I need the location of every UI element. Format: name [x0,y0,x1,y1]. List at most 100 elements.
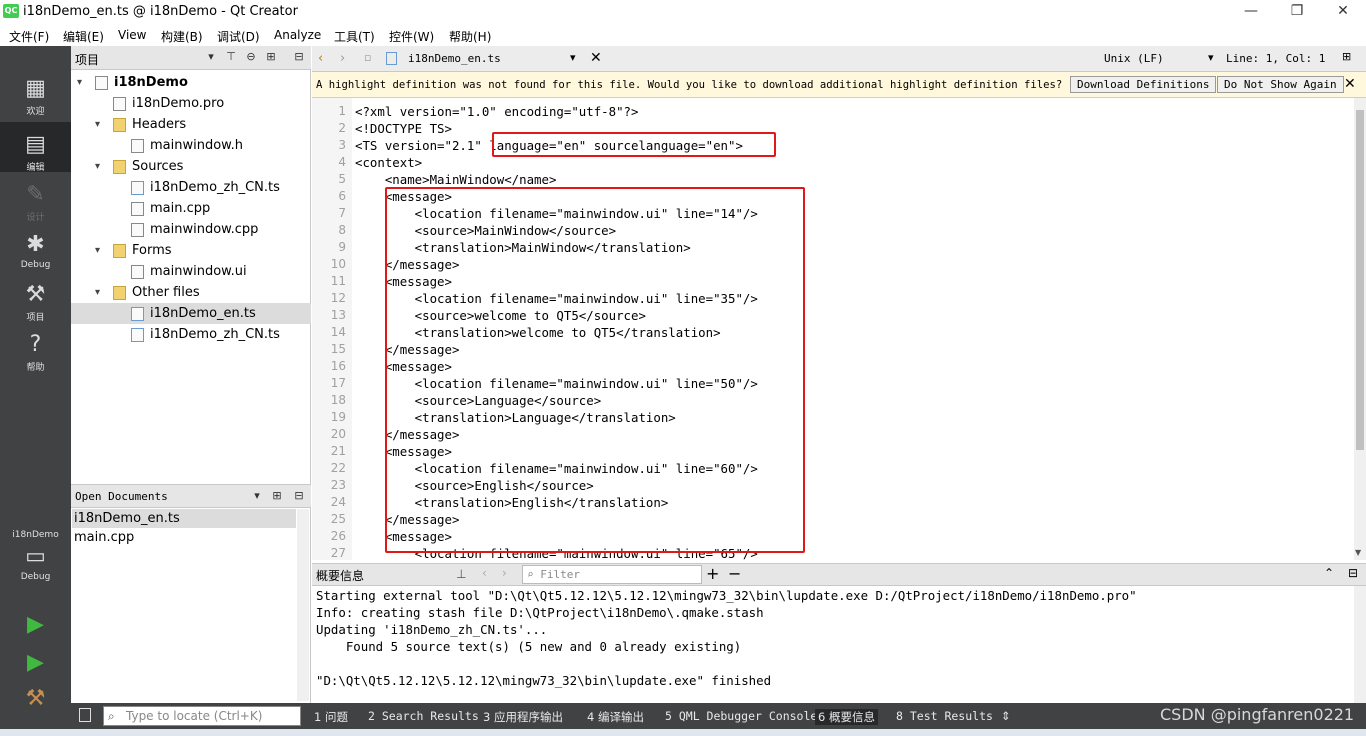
menu-debug[interactable]: 调试(D) [217,28,260,45]
maximize-pane-icon[interactable]: ⌃ [1324,566,1334,580]
mode-debug[interactable]: ✱ Debug [0,232,71,270]
tree-item[interactable]: mainwindow.h [71,135,311,156]
menu-tools[interactable]: 工具(T) [334,28,375,45]
mode-welcome[interactable]: ▦ 欢迎 [0,76,71,117]
tab-search-results[interactable]: 2 Search Results [368,709,479,723]
download-definitions-button[interactable]: Download Definitions [1070,76,1217,93]
menu-view[interactable]: View [118,28,146,42]
do-not-show-again-button[interactable]: Do Not Show Again [1217,76,1344,93]
tree-item[interactable]: i18nDemo_zh_CN.ts [71,324,311,345]
line-number: 27 [330,546,346,560]
open-doc-item[interactable]: main.cpp [72,528,296,547]
restore-button[interactable]: ❐ [1274,0,1320,24]
build-button[interactable]: ⚒ [0,686,71,714]
code-line[interactable]: <name>MainWindow</name> [355,171,557,188]
debug-run-button[interactable]: ▶ [0,650,71,678]
clear-icon[interactable]: ⊥ [456,567,466,581]
mode-help[interactable]: ? 帮助 [0,332,71,373]
link-icon[interactable]: ⊖ [243,50,259,63]
expand-arrow-icon[interactable]: ▾ [77,72,82,93]
code-line[interactable]: <!DOCTYPE TS> [355,120,452,137]
mode-projects[interactable]: ⚒ 项目 [0,282,71,323]
tree-item[interactable]: ▾ Forms [71,240,311,261]
tree-item[interactable]: ▾ Headers [71,114,311,135]
qt-creator-logo-icon: QC [3,4,19,18]
search-icon: ⌕ [527,568,541,581]
menu-widgets[interactable]: 控件(W) [389,28,434,45]
run-button[interactable]: ▶ [0,612,71,640]
back-arrow-icon[interactable]: ‹ [482,566,487,580]
forward-arrow-icon[interactable]: › [502,566,507,580]
output-line: Updating 'i18nDemo_zh_CN.ts'... [316,622,548,637]
back-arrow-icon[interactable]: ‹ [318,51,323,66]
filter-icon[interactable]: ⊤ [223,50,239,63]
close-window-button[interactable]: ✕ [1320,0,1366,24]
menu-build[interactable]: 构建(B) [161,28,203,45]
mode-edit[interactable]: ▤ 编辑 [0,122,71,173]
code-line[interactable]: <?xml version="1.0" encoding="utf-8"?> [355,103,638,120]
filter-input[interactable]: ⌕ Filter [522,565,702,584]
more-tabs-icon[interactable]: ⇕ [1001,709,1011,723]
ts-file-icon [131,307,144,321]
open-doc-item[interactable]: i18nDemo_en.ts [72,509,296,528]
zoom-in-icon[interactable]: + [706,564,719,583]
menu-analyze[interactable]: Analyze [274,28,321,42]
toggle-sidebar-icon[interactable] [79,708,91,722]
tree-item[interactable]: i18nDemo_en.ts [71,303,311,324]
expand-arrow-icon[interactable]: ▾ [95,240,100,261]
tab-general-messages[interactable]: 6 概要信息 [815,709,878,725]
tab-compile-output[interactable]: 4 编译输出 [587,709,644,725]
tab-application-output[interactable]: 3 应用程序输出 [483,709,563,725]
mode-design[interactable]: ✎ 设计 [0,182,71,223]
tab-issues[interactable]: 1 问题 [314,709,348,725]
chevron-down-icon[interactable]: ▾ [1208,51,1214,64]
output-scrollbar[interactable] [1354,586,1366,703]
menu-file[interactable]: 文件(F) [9,28,49,45]
expand-arrow-icon[interactable]: ▾ [95,282,100,303]
close-pane-icon[interactable]: ⊟ [1348,566,1358,580]
code-editor[interactable]: 1 2 3 4 5 6 7 8 9 10 11 12 13 14 15 16 17 18 19 20 21 22 23 24 2… [312,98,1366,560]
close-document-icon[interactable]: ✕ [590,50,602,66]
help-icon: ? [29,332,42,357]
open-docs-scrollbar[interactable] [297,509,309,701]
current-file-name[interactable]: i18nDemo_en.ts [408,52,501,65]
tree-item[interactable]: ▾ Other files [71,282,311,303]
chevron-down-icon[interactable]: ▾ [570,51,576,64]
kit-mode: Debug [20,572,51,582]
menu-edit[interactable]: 编辑(E) [63,28,104,45]
pro-file-icon [113,97,126,111]
code-line[interactable]: <context> [355,154,422,171]
tree-item[interactable]: ▾ i18nDemo [71,72,311,93]
tab-qml-debugger-console[interactable]: 5 QML Debugger Console [665,709,817,723]
chevron-down-icon[interactable]: ▾ [203,50,219,63]
cpp-file-icon [131,202,144,216]
close-infobar-icon[interactable]: ✕ [1344,76,1356,92]
kit-selector[interactable]: i18nDemo ▭ Debug [0,530,71,582]
menu-help[interactable]: 帮助(H) [449,28,491,45]
zoom-out-icon[interactable]: − [728,564,741,583]
close-pane-icon[interactable]: ⊟ [291,489,307,502]
close-pane-icon[interactable]: ⊟ [291,50,307,63]
split-icon[interactable]: ⊞ [269,489,285,502]
cursor-position[interactable]: Line: 1, Col: 1 [1226,52,1325,65]
forward-arrow-icon[interactable]: › [340,51,345,66]
expand-arrow-icon[interactable]: ▾ [95,156,100,177]
tree-item[interactable]: i18nDemo.pro [71,93,311,114]
editor-scroll-thumb[interactable] [1356,110,1364,450]
tree-item[interactable]: main.cpp [71,198,311,219]
general-messages-output[interactable]: Starting external tool "D:\Qt\Qt5.12.12\… [312,586,1354,703]
tab-test-results[interactable]: 8 Test Results [896,709,993,723]
minimize-button[interactable]: — [1228,0,1274,24]
locator-input[interactable]: ⌕ Type to locate (Ctrl+K) [103,706,301,726]
tree-item[interactable]: mainwindow.cpp [71,219,311,240]
split-icon[interactable]: ⊞ [263,50,279,63]
tree-item[interactable]: i18nDemo_zh_CN.ts [71,177,311,198]
line-number: 2 [338,121,346,135]
split-editor-icon[interactable]: ⊞ [1342,50,1351,63]
line-ending-selector[interactable]: Unix (LF) [1104,52,1164,65]
expand-arrow-icon[interactable]: ▾ [95,114,100,135]
tree-item[interactable]: ▾ Sources [71,156,311,177]
scroll-down-icon[interactable]: ▼ [1355,548,1361,557]
chevron-down-icon[interactable]: ▾ [249,489,265,502]
tree-item[interactable]: mainwindow.ui [71,261,311,282]
